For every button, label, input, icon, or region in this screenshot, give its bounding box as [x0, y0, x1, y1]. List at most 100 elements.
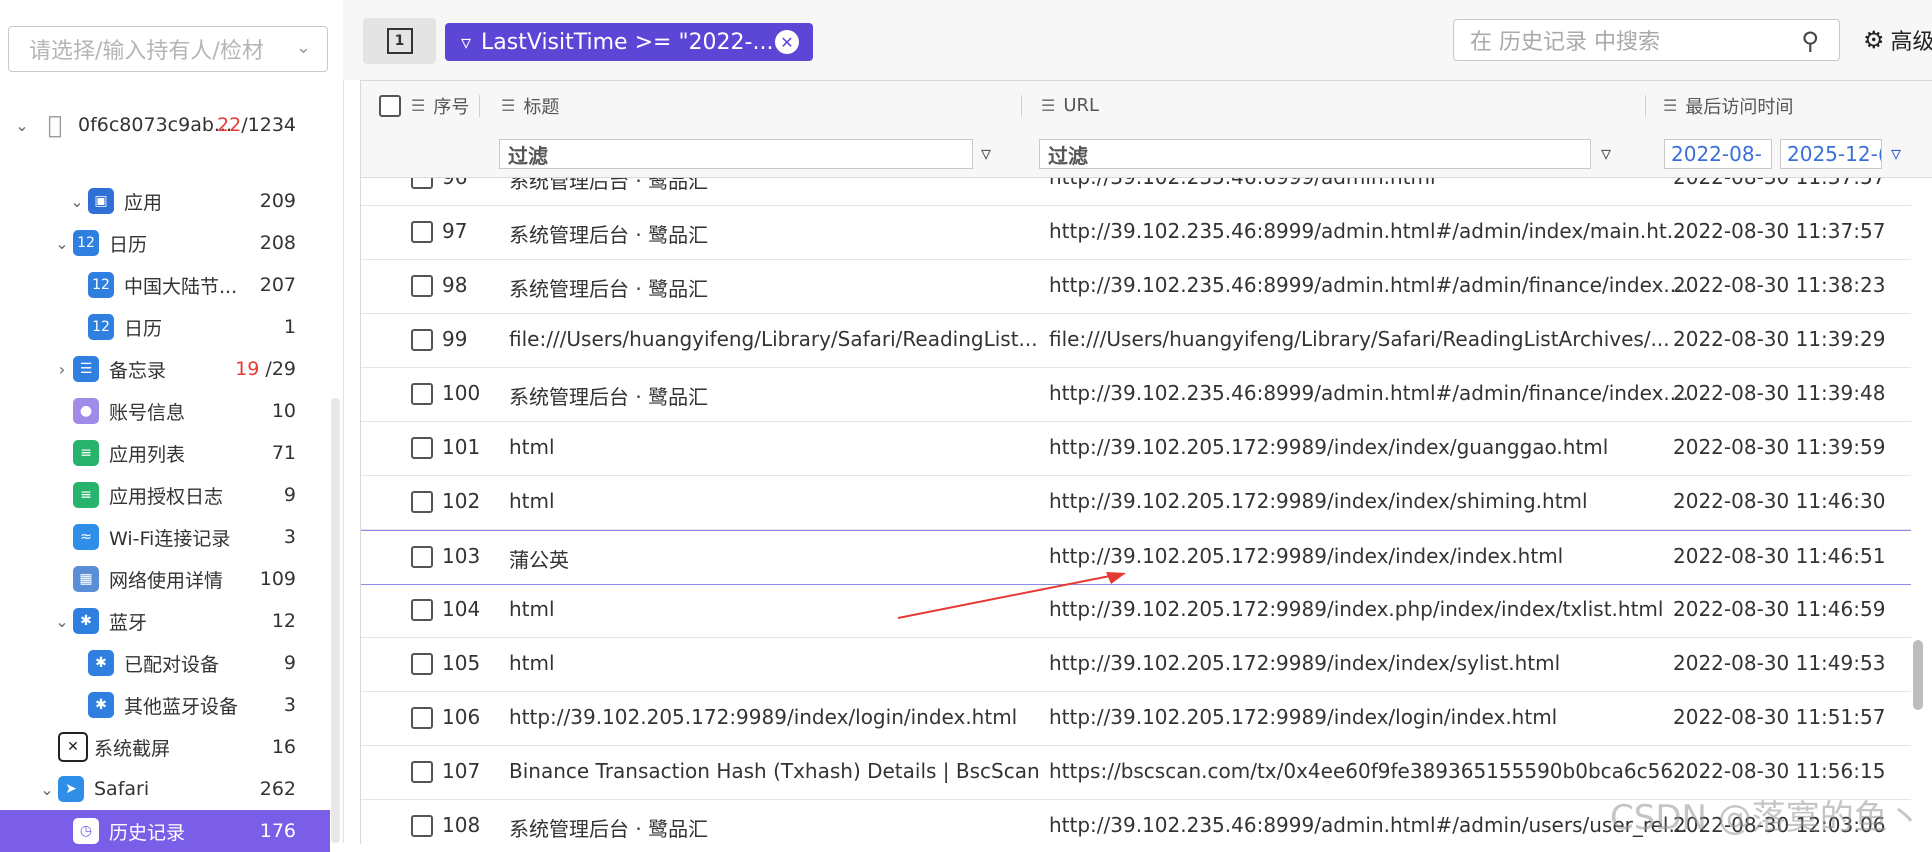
calendar-icon: 12	[73, 230, 99, 256]
owner-select-placeholder: 请选择/输入持有人/检材	[29, 39, 264, 64]
sidebar-item[interactable]: ⌄ ✱ 蓝牙 12	[0, 600, 330, 642]
title-filter-input[interactable]: 过滤	[499, 139, 973, 169]
column-header-no[interactable]: ☰ 序号	[411, 81, 469, 130]
date-to-input[interactable]: 2025-12-(	[1780, 139, 1882, 169]
column-menu-icon: ☰	[501, 96, 516, 115]
sidebar-item[interactable]: ⌄ ▣ 应用 209	[0, 180, 330, 222]
chevron-down-icon[interactable]: ⌄	[37, 780, 57, 799]
row-checkbox[interactable]	[411, 329, 433, 351]
sidebar-item-count: 10	[271, 400, 296, 422]
table-row[interactable]: 99 file:///Users/huangyifeng/Library/Safa…	[361, 314, 1911, 368]
filter-icon[interactable]: ▿	[981, 141, 991, 165]
filter-icon[interactable]: ▿	[1601, 141, 1611, 165]
table-row[interactable]: 105 html http://39.102.205.172:9989/index/…	[361, 638, 1911, 692]
sidebar-item-label: 蓝牙	[109, 611, 148, 634]
sidebar-item-count: 208	[259, 232, 296, 254]
sidebar-item[interactable]: ≈ Wi-Fi连接记录 3	[0, 516, 330, 558]
sidebar-item[interactable]: 12 日历 1	[0, 306, 330, 348]
sidebar-item[interactable]: 12 中国大陆节... 207	[0, 264, 330, 306]
row-checkbox[interactable]	[411, 761, 433, 783]
sidebar-scrollbar[interactable]	[331, 398, 340, 843]
chevron-down-icon[interactable]: ⌄	[67, 192, 87, 211]
row-checkbox[interactable]	[411, 599, 433, 621]
bluetooth-icon: ✱	[73, 608, 99, 634]
row-last-visit-time: 2022-08-30 11:39:48	[1673, 381, 1886, 405]
table-row[interactable]: 106 http://39.102.205.172:9989/index/logi…	[361, 692, 1911, 746]
row-checkbox[interactable]	[411, 275, 433, 297]
sidebar-item[interactable]: › ☰ 备忘录 19 /29	[0, 348, 330, 390]
toolbar: 1 ▿ LastVisitTime >= "2022-... ✕ 在 历史记录 …	[343, 0, 1932, 80]
row-last-visit-time: 2022-08-30 11:39:59	[1673, 435, 1886, 459]
sidebar-item[interactable]: ⌄ 12 日历 208	[0, 222, 330, 264]
table-row[interactable]: 102 html http://39.102.205.172:9989/index/…	[361, 476, 1911, 530]
sidebar-item-count: 9	[283, 484, 296, 506]
sidebar-item[interactable]: ✱ 其他蓝牙设备 3	[0, 684, 330, 726]
screenshot-icon: ✕	[58, 732, 88, 762]
table-header: ☰ 序号 ☰ 标题 ☰ URL ☰ 最后访问时间	[361, 81, 1932, 131]
chevron-down-icon[interactable]: ⌄	[12, 116, 32, 135]
row-checkbox[interactable]	[411, 815, 433, 837]
chevron-down-icon[interactable]: ⌄	[296, 37, 311, 58]
row-checkbox[interactable]	[411, 491, 433, 513]
table-scrollbar[interactable]	[1913, 640, 1923, 710]
row-title: Binance Transaction Hash (Txhash) Detail…	[509, 759, 1040, 783]
row-number: 96	[442, 178, 467, 189]
row-checkbox[interactable]	[411, 653, 433, 675]
sidebar-item[interactable]: ▦ 网络使用详情 109	[0, 558, 330, 600]
row-checkbox[interactable]	[411, 546, 433, 568]
column-header-title[interactable]: ☰ 标题	[501, 81, 559, 130]
row-checkbox[interactable]	[411, 221, 433, 243]
sidebar-item[interactable]: ● 账号信息 10	[0, 390, 330, 432]
sidebar-item-count: 176	[259, 820, 296, 842]
row-checkbox[interactable]	[411, 707, 433, 729]
row-checkbox[interactable]	[411, 383, 433, 405]
sidebar: 请选择/输入持有人/检材 ⌄ ⌄  0f6c8073c9ab... 22/12…	[0, 0, 344, 852]
chevron-down-icon[interactable]: ⌄	[52, 612, 72, 631]
filter-chip-label: LastVisitTime >= "2022-...	[481, 29, 774, 55]
column-header-last-visit-time[interactable]: ☰ 最后访问时间	[1663, 81, 1793, 130]
owner-select[interactable]: 请选择/输入持有人/检材 ⌄	[8, 26, 328, 72]
network-icon: ▦	[73, 566, 99, 592]
select-all-checkbox[interactable]	[379, 81, 401, 130]
table-row[interactable]: 98 系统管理后台 · 鹭品汇 http://39.102.235.46:8999/…	[361, 260, 1911, 314]
close-icon[interactable]: ✕	[775, 30, 799, 54]
row-last-visit-time: 2022-08-30 11:46:30	[1673, 489, 1886, 513]
active-filter-chip[interactable]: ▿ LastVisitTime >= "2022-... ✕	[445, 23, 813, 61]
sidebar-item-count: 207	[259, 274, 296, 296]
search-input[interactable]: 在 历史记录 中搜索 ⚲	[1453, 19, 1840, 61]
toggle-panel-button[interactable]: 1	[363, 18, 436, 64]
row-url: http://39.102.205.172:9989/index/login/i…	[1049, 705, 1558, 729]
sidebar-item[interactable]: ✱ 已配对设备 9	[0, 642, 330, 684]
table-row[interactable]: 100 系统管理后台 · 鹭品汇 http://39.102.235.46:8999…	[361, 368, 1911, 422]
history-table: ☰ 序号 ☰ 标题 ☰ URL ☰ 最后访问时间 过滤 ▿ 过滤 ▿ 2022-08- …	[360, 80, 1932, 844]
advanced-search-button[interactable]: ⚙ 高级	[1863, 24, 1932, 56]
column-menu-icon: ☰	[1041, 96, 1056, 115]
row-checkbox[interactable]	[411, 178, 433, 189]
column-header-url[interactable]: ☰ URL	[1041, 81, 1099, 130]
row-number: 99	[442, 327, 468, 351]
sidebar-item[interactable]: ⌄ ➤ Safari 262	[0, 768, 330, 810]
row-checkbox[interactable]	[411, 437, 433, 459]
tree-item-device[interactable]: ⌄  0f6c8073c9ab... 22/1234	[0, 104, 330, 146]
sidebar-item[interactable]: ≡ 应用列表 71	[0, 432, 330, 474]
sidebar-item-count: 71	[271, 442, 296, 464]
sidebar-item[interactable]: ◷ 历史记录 176	[0, 810, 330, 852]
sidebar-item[interactable]: ✕ 系统截屏 16	[0, 726, 330, 768]
calendar-icon: 12	[88, 314, 114, 340]
row-url: file:///Users/huangyifeng/Library/Safari…	[1049, 327, 1670, 351]
row-title: file:///Users/huangyifeng/Library/Safari…	[509, 327, 1038, 351]
sidebar-item-count: 209	[259, 190, 296, 212]
chevron-down-icon[interactable]: ⌄	[52, 234, 72, 253]
row-url: http://39.102.205.172:9989/index/index/s…	[1049, 489, 1588, 513]
date-from-input[interactable]: 2022-08-	[1664, 139, 1772, 169]
table-row[interactable]: 97 系统管理后台 · 鹭品汇 http://39.102.235.46:8999/…	[361, 206, 1911, 260]
sidebar-item-label: 日历	[124, 317, 163, 340]
search-icon[interactable]: ⚲	[1801, 27, 1819, 55]
filter-active-icon[interactable]: ▿	[1891, 141, 1901, 165]
url-filter-input[interactable]: 过滤	[1039, 139, 1591, 169]
table-row[interactable]: 96 系统管理后台 · 鹭品汇 http://39.102.235.46:8999/…	[361, 178, 1911, 206]
sidebar-item-count: 1	[283, 316, 296, 338]
table-row[interactable]: 101 html http://39.102.205.172:9989/index/…	[361, 422, 1911, 476]
sidebar-item[interactable]: ≡ 应用授权日志 9	[0, 474, 330, 516]
chevron-right-icon[interactable]: ›	[52, 360, 72, 379]
